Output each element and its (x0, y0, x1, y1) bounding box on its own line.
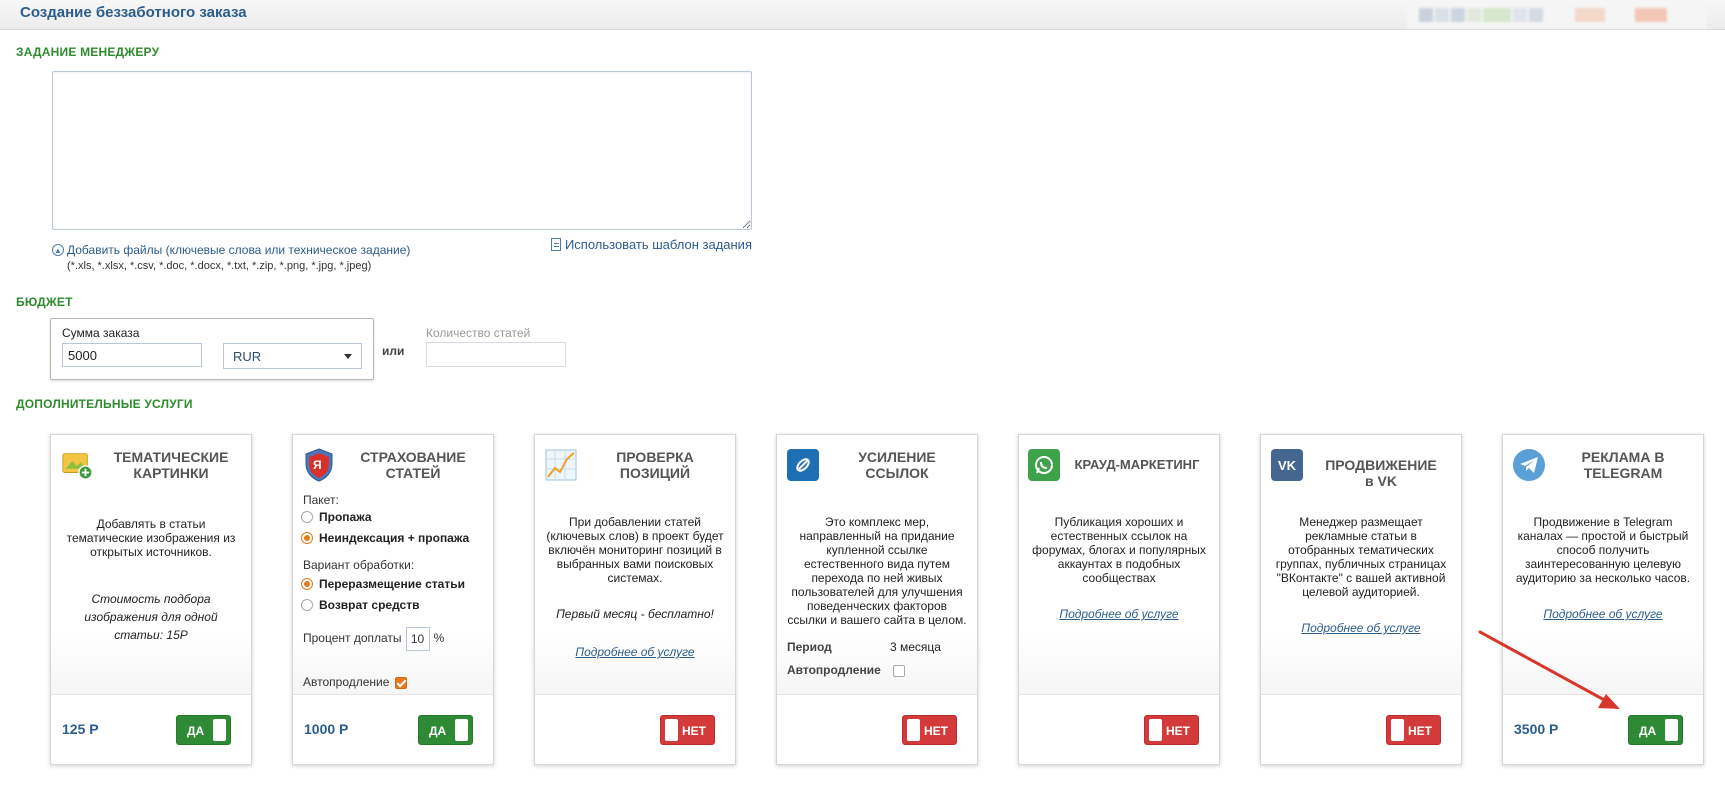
card-title: Страхование статей (360, 449, 466, 481)
service-card-link-boost: Усиление ссылок Это комплекс мер, направ… (776, 434, 978, 765)
service-card-images: Тематические картинки Добавлять в статьи… (50, 434, 252, 765)
service-toggle[interactable]: ДА (176, 715, 231, 745)
top-bar: Создание беззаботного заказа (0, 0, 1725, 30)
user-info-blurred[interactable] (1407, 2, 1707, 28)
processing-option-repost[interactable]: Переразмещение статьи (301, 577, 465, 591)
card-footer: 3500 Р ДА (1503, 694, 1703, 764)
card-footer: НЕТ (535, 694, 735, 764)
service-card-telegram: Реклама в Telegram Продвижение в Telegra… (1502, 434, 1704, 765)
or-label: или (382, 344, 405, 358)
vk-icon: VK (1271, 449, 1303, 481)
service-card-insurance: Я Страхование статей Пакет: Пропажа Неин… (292, 434, 494, 765)
card-title: Усиление ссылок (858, 449, 936, 481)
services-title: ДОПОЛНИТЕЛЬНЫЕ УСЛУГИ (16, 397, 193, 411)
card-title: Реклама в Telegram (1581, 449, 1665, 481)
radio-button[interactable] (301, 511, 313, 523)
card-description: Менеджер размещает рекламные статьи в от… (1275, 515, 1447, 599)
package-label: Пакет: (303, 493, 339, 507)
service-card-crowd-marketing: Крауд-маркетинг Публикация хороших и ест… (1018, 434, 1220, 765)
card-title: Продвижение в VK (1325, 457, 1437, 489)
radio-button[interactable] (301, 599, 313, 611)
card-footer: НЕТ (1019, 694, 1219, 764)
card-header: Реклама в Telegram (1503, 445, 1703, 489)
more-info-link[interactable]: Подробнее об услуге (1019, 607, 1219, 621)
currency-value: RUR (233, 348, 262, 364)
autorenew-row: Автопродление (787, 663, 905, 677)
telegram-icon (1513, 449, 1545, 481)
card-header: Усиление ссылок (777, 445, 977, 489)
autorenew-row: Автопродление (303, 675, 408, 689)
radio-button[interactable] (301, 532, 313, 544)
card-title: Тематические картинки (113, 449, 229, 481)
card-footer: НЕТ (777, 694, 977, 764)
attach-files[interactable]: ▲ Добавить файлы (ключевые слова или тех… (52, 243, 410, 257)
manager-task-title: ЗАДАНИЕ МЕНЕДЖЕРУ (16, 45, 160, 59)
card-note: Первый месяц - бесплатно! (556, 607, 714, 621)
card-header: Проверка позиций (535, 445, 735, 489)
attach-files-link[interactable]: Добавить файлы (ключевые слова или техни… (67, 243, 410, 257)
use-template-link[interactable]: Использовать шаблон задания (565, 237, 752, 252)
card-header: Тематические картинки (51, 445, 251, 489)
autorenew-checkbox[interactable] (395, 676, 408, 689)
processing-option-refund[interactable]: Возврат средств (301, 598, 419, 612)
card-header: VK Продвижение в VK (1261, 445, 1461, 489)
yandex-shield-icon: Я (303, 448, 335, 482)
chevron-down-icon (344, 353, 352, 359)
currency-select[interactable]: RUR (223, 343, 362, 369)
service-price: 1000 Р (304, 721, 349, 737)
budget-title: БЮДЖЕТ (16, 295, 73, 309)
article-count-input[interactable] (426, 342, 566, 367)
percent-input[interactable]: 10 (405, 627, 430, 651)
card-title: Проверка позиций (616, 449, 694, 481)
processing-label: Вариант обработки: (303, 558, 415, 572)
amount-input[interactable] (62, 343, 202, 367)
chart-icon (545, 449, 577, 481)
card-description: Добавлять в статьи тематические изображе… (66, 517, 236, 559)
service-price: 125 Р (62, 721, 99, 737)
card-header: Я Страхование статей (293, 445, 493, 489)
whatsapp-icon (1028, 449, 1060, 481)
package-option-loss[interactable]: Пропажа (301, 510, 372, 524)
card-description: Публикация хороших и естественных ссылок… (1032, 515, 1206, 585)
card-header: Крауд-маркетинг (1019, 445, 1219, 489)
card-description: Продвижение в Telegram каналах — простой… (1515, 515, 1691, 585)
more-info-link[interactable]: Подробнее об услуге (535, 645, 735, 659)
allowed-formats: (*.xls, *.xlsx, *.csv, *.doc, *.docx, *.… (67, 260, 372, 272)
budget-box: Сумма заказа RUR (50, 318, 374, 380)
card-description: Это комплекс мер, направленный на придан… (787, 515, 967, 627)
card-footer: НЕТ (1261, 694, 1461, 764)
article-count-label: Количество статей (426, 326, 531, 340)
period-row: Период 3 месяца (787, 640, 941, 654)
service-card-vk: VK Продвижение в VK Менеджер размещает р… (1260, 434, 1462, 765)
card-title: Крауд-маркетинг (1074, 457, 1200, 472)
card-note: Стоимость подбора изображения для одной … (84, 592, 218, 642)
period-value: 3 месяца (890, 640, 941, 654)
package-option-nonindex-loss[interactable]: Неиндексация + пропажа (301, 531, 469, 545)
autorenew-checkbox[interactable] (892, 664, 905, 677)
page-title: Создание беззаботного заказа (20, 4, 247, 21)
card-footer: 1000 Р ДА (293, 694, 493, 764)
more-info-link[interactable]: Подробнее об услуге (1503, 607, 1703, 621)
manager-task-textarea[interactable] (52, 71, 752, 230)
card-description: При добавлении статей (ключевых слов) в … (546, 515, 724, 585)
more-info-link[interactable]: Подробнее об услуге (1261, 621, 1461, 635)
service-price: 3500 Р (1514, 721, 1559, 737)
service-toggle[interactable]: НЕТ (902, 715, 957, 745)
service-toggle[interactable]: НЕТ (1144, 715, 1199, 745)
document-icon (550, 238, 561, 251)
percent-row: Процент доплаты 10% (303, 627, 444, 651)
image-plus-icon (61, 449, 93, 481)
link-icon (787, 449, 819, 481)
amount-label: Сумма заказа (62, 326, 140, 340)
service-toggle[interactable]: НЕТ (1386, 715, 1441, 745)
radio-button[interactable] (301, 578, 313, 590)
use-template[interactable]: Использовать шаблон задания (550, 237, 752, 252)
card-footer: 125 Р ДА (51, 694, 251, 764)
service-toggle[interactable]: ДА (1628, 715, 1683, 745)
service-toggle[interactable]: НЕТ (660, 715, 715, 745)
upload-icon: ▲ (52, 244, 64, 256)
service-card-positions: Проверка позиций При добавлении статей (… (534, 434, 736, 765)
service-toggle[interactable]: ДА (418, 715, 473, 745)
